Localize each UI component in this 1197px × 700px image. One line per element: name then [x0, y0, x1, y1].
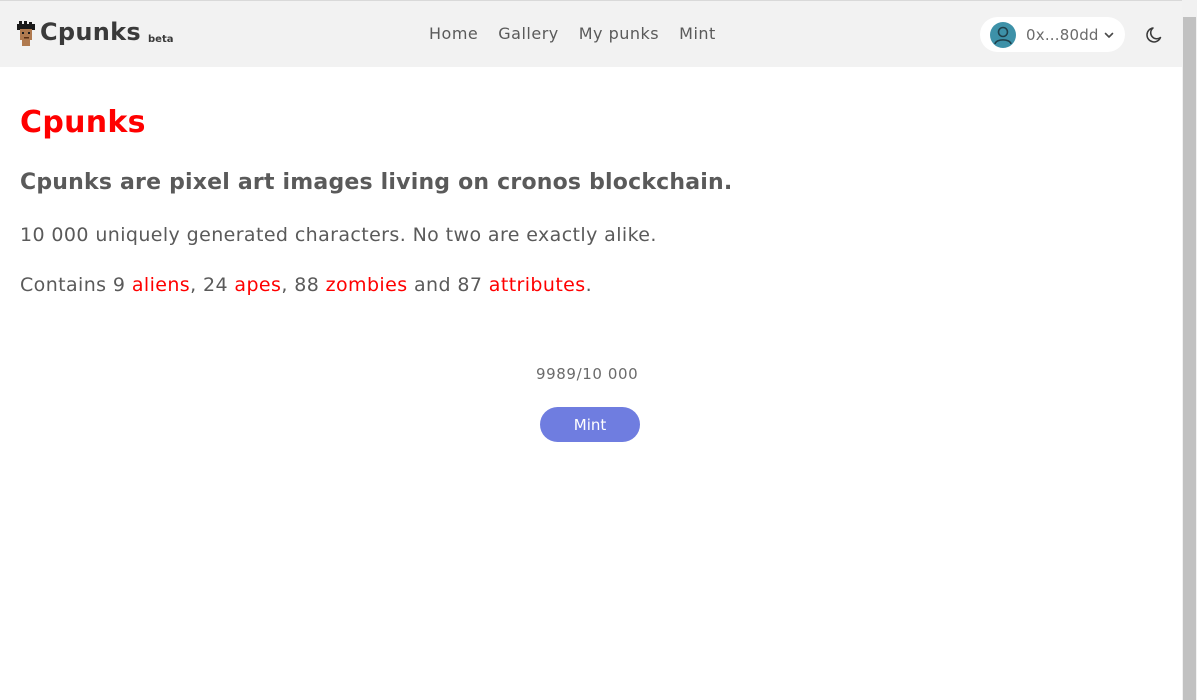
mint-button[interactable]: Mint — [540, 407, 640, 442]
wallet-button[interactable]: 0x...80dd — [980, 17, 1125, 52]
mint-counter: 9989/10 000 — [536, 365, 639, 383]
aliens-link[interactable]: aliens — [132, 274, 190, 296]
nav-gallery[interactable]: Gallery — [498, 23, 558, 45]
aliens-count: 9 — [112, 274, 126, 296]
brand-name: Cpunks — [40, 18, 142, 46]
zombies-link[interactable]: zombies — [326, 274, 408, 296]
subtitle: Cpunks are pixel art images living on cr… — [20, 170, 733, 195]
apes-count: 24 — [202, 274, 228, 296]
nav-mint[interactable]: Mint — [679, 23, 716, 45]
attributes-count: 87 — [457, 274, 483, 296]
user-avatar-icon — [990, 21, 1016, 48]
chevron-down-icon — [1104, 32, 1113, 38]
navbar: Cpunks beta Home Gallery My punks Mint 0… — [0, 1, 1182, 67]
contains-summary: Contains 9 aliens, 24 apes, 88 zombies a… — [20, 274, 593, 296]
nav-my-punks[interactable]: My punks — [579, 23, 659, 45]
nav-links: Home Gallery My punks Mint — [429, 23, 736, 45]
description: 10 000 uniquely generated characters. No… — [20, 224, 657, 246]
apes-link[interactable]: apes — [234, 274, 281, 296]
nav-home[interactable]: Home — [429, 23, 478, 45]
brand-beta-tag: beta — [148, 34, 174, 45]
moon-icon[interactable] — [1145, 25, 1165, 45]
and-text: and — [413, 274, 451, 296]
contains-prefix: Contains — [20, 274, 107, 296]
attributes-link[interactable]: attributes — [489, 274, 586, 296]
scrollbar-thumb[interactable] — [1183, 17, 1196, 700]
page-title: Cpunks — [20, 105, 146, 140]
brand[interactable]: Cpunks beta — [16, 18, 173, 46]
wallet-address: 0x...80dd — [1026, 25, 1099, 44]
zombies-count: 88 — [294, 274, 320, 296]
punk-avatar-icon — [17, 21, 35, 46]
